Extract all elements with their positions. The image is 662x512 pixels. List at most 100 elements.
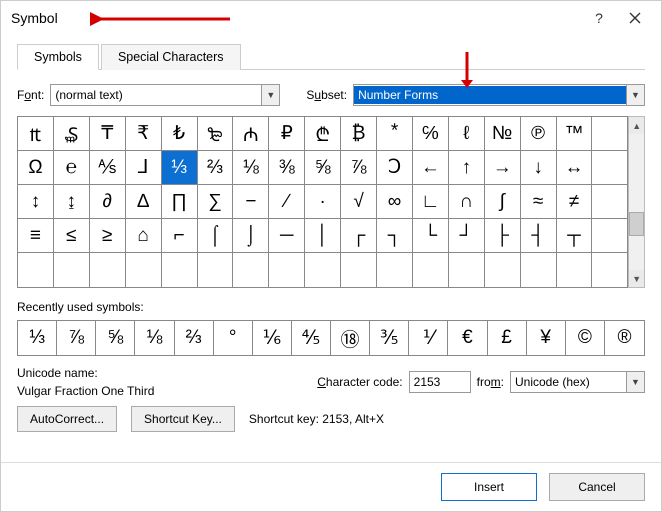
recent-symbol-cell[interactable]: ⅞ [57,321,96,355]
symbol-cell[interactable] [413,253,449,287]
symbol-cell[interactable] [557,253,593,287]
symbol-grid[interactable]: ₶₷₸₹₺₻₼₽₾₿⃰℅ℓ№℗™Ω℮⅍⅃⅓⅔⅛⅜⅝⅞Ↄ←↑→↓↔↕↨∂∆∏∑−∕… [17,116,628,288]
recent-symbol-cell[interactable]: € [448,321,487,355]
symbol-cell[interactable]: ≥ [90,219,126,253]
symbol-cell[interactable]: ⌐ [162,219,198,253]
symbol-cell[interactable]: ∕ [269,185,305,219]
symbol-cell[interactable]: ₹ [126,117,162,151]
recent-symbol-cell[interactable]: £ [488,321,527,355]
symbol-cell[interactable]: ⅞ [341,151,377,185]
symbol-cell[interactable]: ⅜ [269,151,305,185]
symbol-cell[interactable]: ∫ [485,185,521,219]
symbol-cell[interactable]: ⅃ [126,151,162,185]
close-button[interactable] [617,4,653,32]
symbol-cell[interactable] [18,253,54,287]
recent-symbol-cell[interactable]: ⅔ [175,321,214,355]
symbol-cell[interactable] [592,253,628,287]
symbol-cell[interactable]: ₻ [198,117,234,151]
symbol-cell[interactable]: ∑ [198,185,234,219]
symbol-cell[interactable]: Ↄ [377,151,413,185]
symbol-cell[interactable] [269,253,305,287]
symbol-cell[interactable]: ⅛ [233,151,269,185]
insert-button[interactable]: Insert [441,473,537,501]
symbol-cell[interactable]: ≤ [54,219,90,253]
recent-symbol-cell[interactable]: ⅝ [96,321,135,355]
from-combo[interactable]: Unicode (hex) ▼ [510,371,645,393]
recent-symbol-cell[interactable]: ¥ [527,321,566,355]
symbol-cell[interactable]: ℗ [521,117,557,151]
symbol-cell[interactable] [233,253,269,287]
symbol-cell[interactable]: ₿ [341,117,377,151]
symbol-cell[interactable]: № [485,117,521,151]
recent-symbols[interactable]: ⅓⅞⅝⅛⅔°⅙⅘⑱⅗⅟€£¥©® [17,320,645,356]
recent-symbol-cell[interactable]: ⅙ [253,321,292,355]
symbol-cell[interactable] [485,253,521,287]
symbol-cell[interactable] [305,253,341,287]
symbol-cell[interactable]: ℅ [413,117,449,151]
subset-combo[interactable]: Number Forms ▼ [353,84,645,106]
symbol-cell[interactable]: ∆ [126,185,162,219]
recent-symbol-cell[interactable]: ° [214,321,253,355]
symbol-cell[interactable]: ⌡ [233,219,269,253]
symbol-cell[interactable]: − [233,185,269,219]
symbol-cell[interactable] [592,117,628,151]
symbol-cell[interactable]: √ [341,185,377,219]
symbol-cell[interactable]: ∂ [90,185,126,219]
symbol-cell[interactable]: ™ [557,117,593,151]
symbol-cell[interactable]: ┘ [449,219,485,253]
symbol-cell[interactable]: ↕ [18,185,54,219]
symbol-cell[interactable]: ↑ [449,151,485,185]
symbol-cell[interactable] [592,185,628,219]
symbol-cell[interactable] [592,151,628,185]
recent-symbol-cell[interactable]: ⅘ [292,321,331,355]
recent-symbol-cell[interactable]: ⅓ [18,321,57,355]
recent-symbol-cell[interactable]: © [566,321,605,355]
symbol-cell[interactable]: │ [305,219,341,253]
recent-symbol-cell[interactable]: ® [605,321,644,355]
symbol-cell[interactable] [592,219,628,253]
symbol-cell[interactable]: ∙ [305,185,341,219]
symbol-cell[interactable]: ≠ [557,185,593,219]
scroll-thumb[interactable] [629,212,644,236]
shortcut-key-button[interactable]: Shortcut Key... [131,406,235,432]
symbol-cell[interactable]: ≡ [18,219,54,253]
symbol-cell[interactable]: ₷ [54,117,90,151]
symbol-cell[interactable]: ┤ [521,219,557,253]
symbol-cell[interactable] [449,253,485,287]
symbol-cell[interactable]: └ [413,219,449,253]
symbol-cell[interactable] [377,253,413,287]
autocorrect-button[interactable]: AutoCorrect... [17,406,117,432]
symbol-cell[interactable]: ∏ [162,185,198,219]
symbol-cell[interactable] [90,253,126,287]
symbol-cell[interactable]: ∟ [413,185,449,219]
symbol-cell[interactable]: ┐ [377,219,413,253]
scroll-up-icon[interactable]: ▲ [629,117,644,134]
symbol-cell[interactable]: ─ [269,219,305,253]
symbol-cell[interactable] [521,253,557,287]
symbol-cell[interactable]: ℓ [449,117,485,151]
symbol-cell[interactable]: ↔ [557,151,593,185]
symbol-cell[interactable]: ← [413,151,449,185]
symbol-cell[interactable]: ₾ [305,117,341,151]
cancel-button[interactable]: Cancel [549,473,645,501]
symbol-cell[interactable] [341,253,377,287]
symbol-cell[interactable] [126,253,162,287]
symbol-cell[interactable]: ℮ [54,151,90,185]
font-combo[interactable]: (normal text) ▼ [50,84,280,106]
recent-symbol-cell[interactable]: ⅟ [409,321,448,355]
symbol-cell[interactable]: ₼ [233,117,269,151]
symbol-cell[interactable] [162,253,198,287]
grid-scrollbar[interactable]: ▲ ▼ [628,116,645,288]
help-button[interactable]: ? [581,4,617,32]
scroll-down-icon[interactable]: ▼ [629,270,644,287]
symbol-cell[interactable]: ⌠ [198,219,234,253]
symbol-cell[interactable]: ↓ [521,151,557,185]
char-code-input[interactable] [409,371,471,393]
symbol-cell[interactable] [198,253,234,287]
symbol-cell[interactable]: ⅔ [198,151,234,185]
symbol-cell[interactable]: ↨ [54,185,90,219]
symbol-cell[interactable]: ₺ [162,117,198,151]
symbol-cell[interactable]: ┌ [341,219,377,253]
symbol-cell[interactable]: ⅝ [305,151,341,185]
symbol-cell[interactable]: ├ [485,219,521,253]
